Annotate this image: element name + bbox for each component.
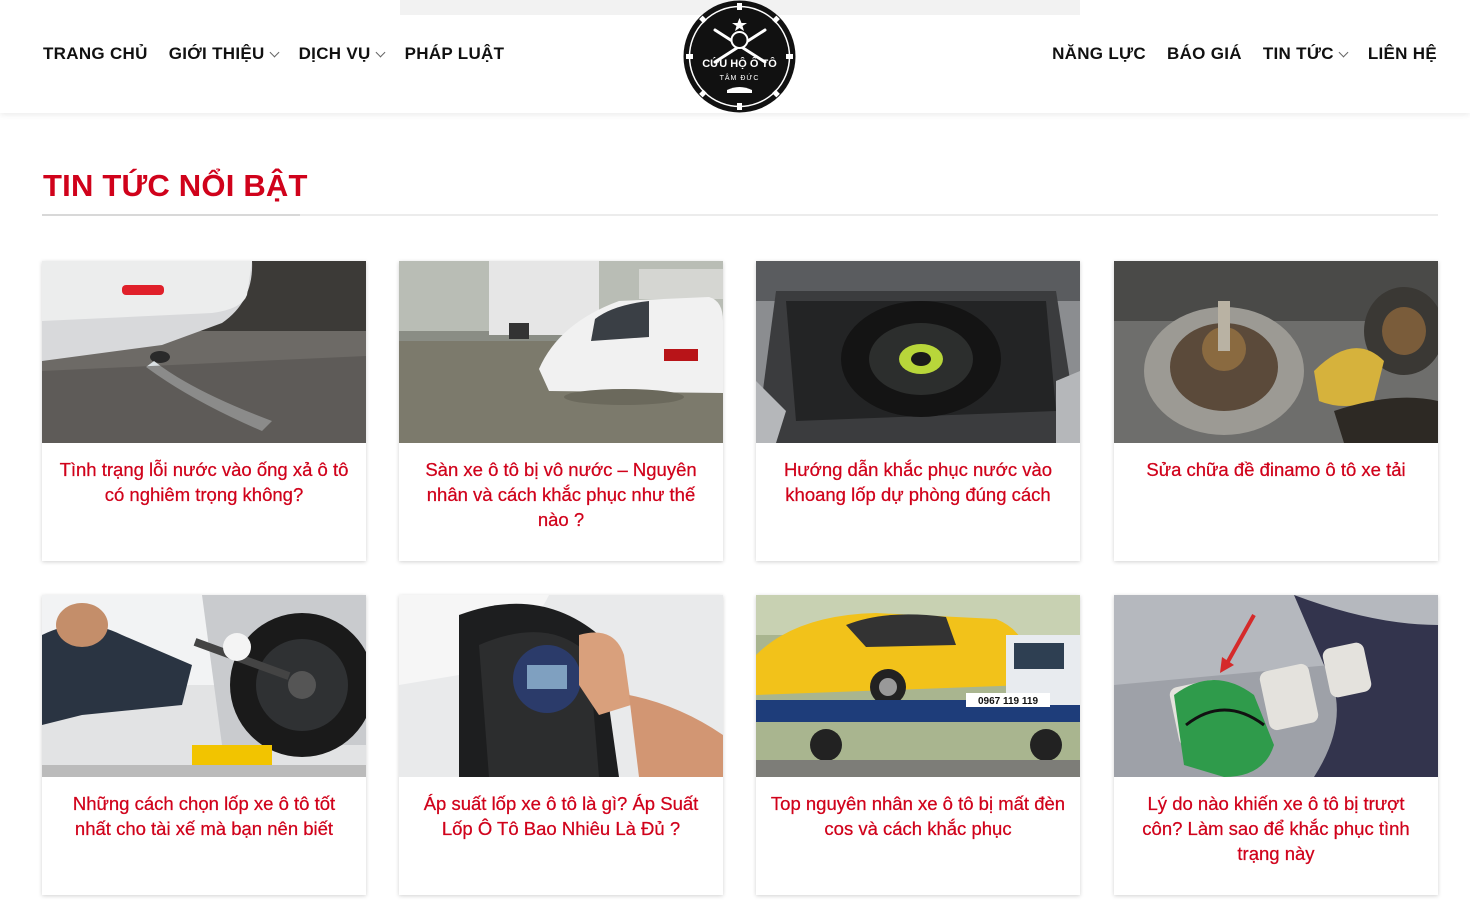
svg-text:0967 119 119: 0967 119 119 bbox=[978, 696, 1039, 707]
article-title[interactable]: Áp suất lốp xe ô tô là gì? Áp Suất Lốp Ô… bbox=[399, 777, 723, 841]
svg-text:CỨU HỘ Ô TÔ: CỨU HỘ Ô TÔ bbox=[702, 57, 777, 70]
site-logo[interactable]: CỨU HỘ Ô TÔ TÂM ĐỨC bbox=[683, 0, 796, 113]
article-card[interactable]: Những cách chọn lốp xe ô tô tốt nhất cho… bbox=[42, 595, 366, 895]
spare-tire-trunk-image bbox=[756, 261, 1080, 443]
nav-item-home[interactable]: TRANG CHỦ bbox=[43, 44, 148, 64]
nav-item-pricing[interactable]: BÁO GIÁ bbox=[1167, 44, 1242, 64]
nav-item-news[interactable]: TIN TỨC bbox=[1263, 44, 1349, 64]
main-nav-right: NĂNG LỰC BÁO GIÁ TIN TỨC LIÊN HỆ bbox=[1031, 44, 1437, 64]
chevron-down-icon bbox=[375, 47, 386, 57]
clutch-pedal-image bbox=[1114, 595, 1438, 777]
article-title[interactable]: Sàn xe ô tô bị vô nước – Nguyên nhân và … bbox=[399, 443, 723, 532]
article-title[interactable]: Lý do nào khiến xe ô tô bị trượt côn? Là… bbox=[1114, 777, 1438, 866]
chevron-down-icon bbox=[269, 47, 280, 57]
article-title[interactable]: Sửa chữa đề đinamo ô tô xe tải bbox=[1114, 443, 1438, 482]
nav-item-contact[interactable]: LIÊN HỆ bbox=[1368, 44, 1437, 64]
nav-item-services[interactable]: DỊCH VỤ bbox=[299, 44, 386, 64]
article-title[interactable]: Những cách chọn lốp xe ô tô tốt nhất cho… bbox=[42, 777, 366, 841]
article-title[interactable]: Tình trạng lỗi nước vào ống xả ô tô có n… bbox=[42, 443, 366, 507]
article-card[interactable]: 0967 119 119 Top nguyên nhân xe ô tô bị … bbox=[756, 595, 1080, 895]
article-card[interactable]: Tình trạng lỗi nước vào ống xả ô tô có n… bbox=[42, 261, 366, 561]
tow-truck-image: 0967 119 119 bbox=[756, 595, 1080, 777]
nav-item-law[interactable]: PHÁP LUẬT bbox=[405, 44, 505, 64]
nav-item-about[interactable]: GIỚI THIỆU bbox=[169, 44, 280, 64]
section-title: TIN TỨC NỔI BẬT bbox=[43, 168, 308, 203]
nav-item-capability[interactable]: NĂNG LỰC bbox=[1052, 44, 1146, 64]
article-card[interactable]: Hướng dẫn khắc phục nước vào khoang lốp … bbox=[756, 261, 1080, 561]
article-card[interactable]: Lý do nào khiến xe ô tô bị trượt côn? Là… bbox=[1114, 595, 1438, 895]
site-header: TRANG CHỦ GIỚI THIỆU DỊCH VỤ PHÁP LUẬT C… bbox=[0, 0, 1470, 113]
article-card[interactable]: Sàn xe ô tô bị vô nước – Nguyên nhân và … bbox=[399, 261, 723, 561]
chevron-down-icon bbox=[1338, 47, 1349, 57]
alternator-repair-image bbox=[1114, 261, 1438, 443]
exhaust-water-image bbox=[42, 261, 366, 443]
flooded-car-image bbox=[399, 261, 723, 443]
tire-pressure-gauge-image bbox=[399, 595, 723, 777]
article-card[interactable]: Sửa chữa đề đinamo ô tô xe tải bbox=[1114, 261, 1438, 561]
article-title[interactable]: Top nguyên nhân xe ô tô bị mất đèn cos v… bbox=[756, 777, 1080, 841]
article-card[interactable]: Áp suất lốp xe ô tô là gì? Áp Suất Lốp Ô… bbox=[399, 595, 723, 895]
article-title[interactable]: Hướng dẫn khắc phục nước vào khoang lốp … bbox=[756, 443, 1080, 507]
tire-change-image bbox=[42, 595, 366, 777]
svg-text:TÂM ĐỨC: TÂM ĐỨC bbox=[720, 73, 760, 82]
main-nav-left: TRANG CHỦ GIỚI THIỆU DỊCH VỤ PHÁP LUẬT bbox=[43, 44, 525, 64]
section-divider-accent bbox=[42, 214, 300, 216]
